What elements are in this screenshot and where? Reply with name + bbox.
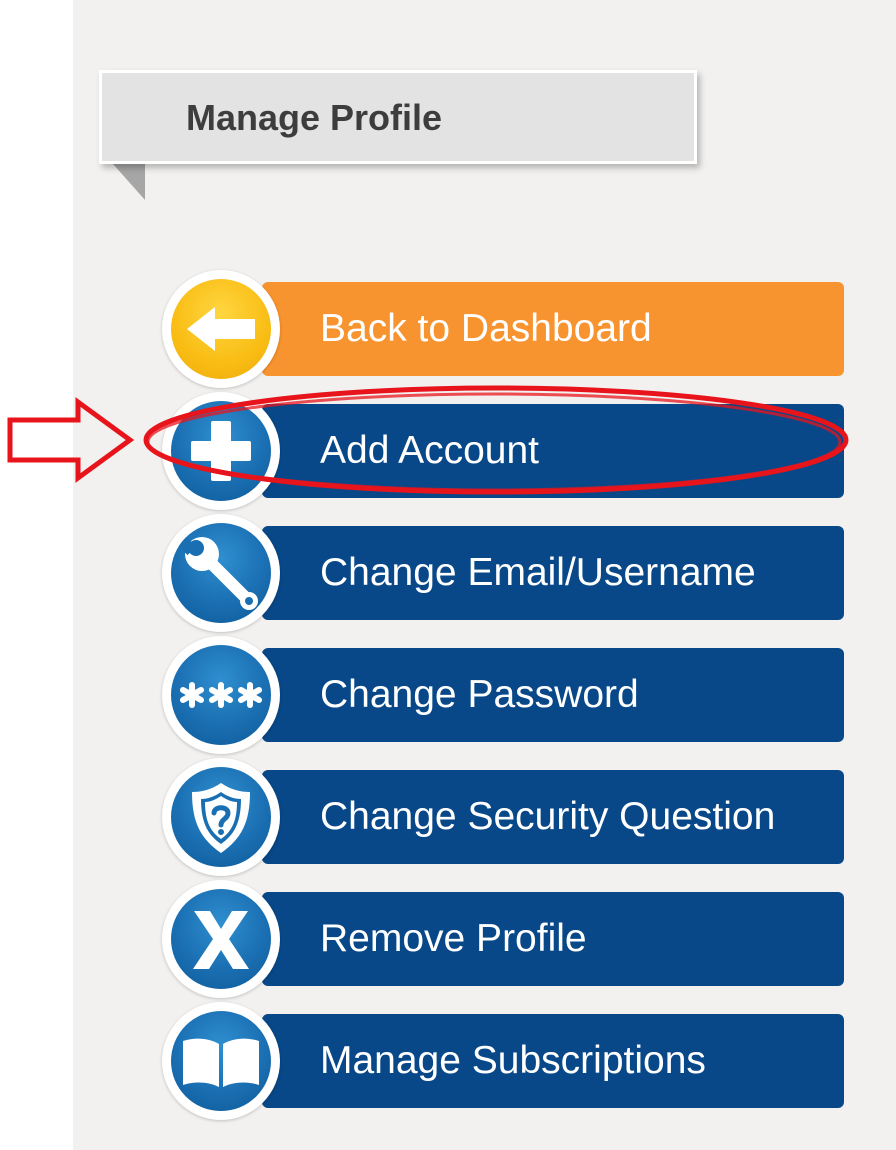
change-password-button[interactable]: Change Password — [162, 636, 846, 754]
x-icon — [193, 911, 249, 969]
page-title: Manage Profile — [186, 97, 443, 138]
back-to-dashboard-button[interactable]: Back to Dashboard — [162, 270, 846, 388]
menu-item-label: Change Password — [320, 673, 639, 716]
menu-icon-circle — [162, 758, 280, 876]
menu-icon-circle — [162, 636, 280, 754]
menu-item-label: Add Account — [320, 429, 539, 472]
wrench-icon — [176, 535, 258, 610]
manage-subscriptions-button[interactable]: Manage Subscriptions — [162, 1002, 846, 1120]
page-title-box: Manage Profile — [99, 70, 697, 164]
menu-icon-circle — [162, 392, 280, 510]
menu-icon-circle — [162, 880, 280, 998]
menu-item-label: Back to Dashboard — [320, 307, 652, 350]
change-security-question-button[interactable]: Change Security Question — [162, 758, 846, 876]
shield-question-icon — [192, 783, 250, 853]
menu-item-label: Change Security Question — [320, 795, 776, 838]
menu-item-label: Manage Subscriptions — [320, 1039, 706, 1082]
plus-icon — [191, 421, 251, 481]
menu-item-label: Remove Profile — [320, 917, 587, 960]
book-icon — [183, 1038, 259, 1087]
remove-profile-button[interactable]: Remove Profile — [162, 880, 846, 998]
add-account-button[interactable]: Add Account — [162, 392, 846, 510]
title-ribbon-tail — [113, 164, 145, 200]
arrow-left-icon — [187, 307, 255, 351]
menu-item-label: Change Email/Username — [320, 551, 756, 594]
change-email-username-button[interactable]: Change Email/Username — [162, 514, 846, 632]
asterisks-icon — [180, 682, 262, 708]
menu-icon-circle — [162, 1002, 280, 1120]
menu-icon-circle — [162, 514, 280, 632]
menu-icon-circle — [162, 270, 280, 388]
